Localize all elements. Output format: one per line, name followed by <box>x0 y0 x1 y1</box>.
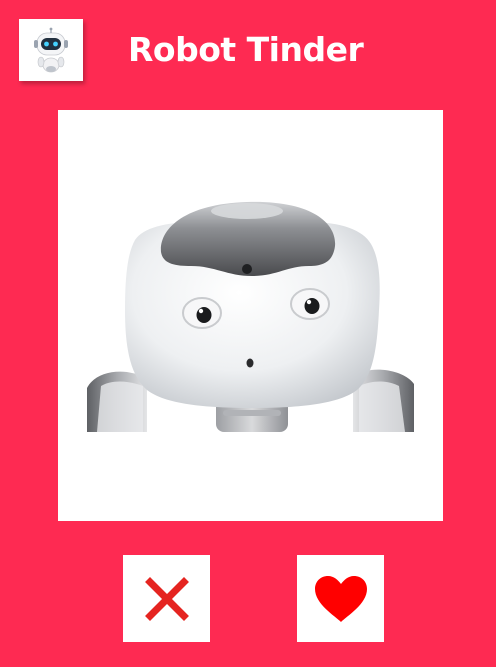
robot-avatar-icon <box>34 27 68 73</box>
app-title: Robot Tinder <box>128 30 364 69</box>
like-button[interactable] <box>297 555 384 642</box>
robot-photo <box>87 201 414 432</box>
app-logo <box>19 19 83 81</box>
profile-card[interactable] <box>58 110 443 521</box>
nope-button[interactable] <box>123 555 210 642</box>
close-icon <box>144 576 189 621</box>
heart-icon <box>314 575 367 622</box>
